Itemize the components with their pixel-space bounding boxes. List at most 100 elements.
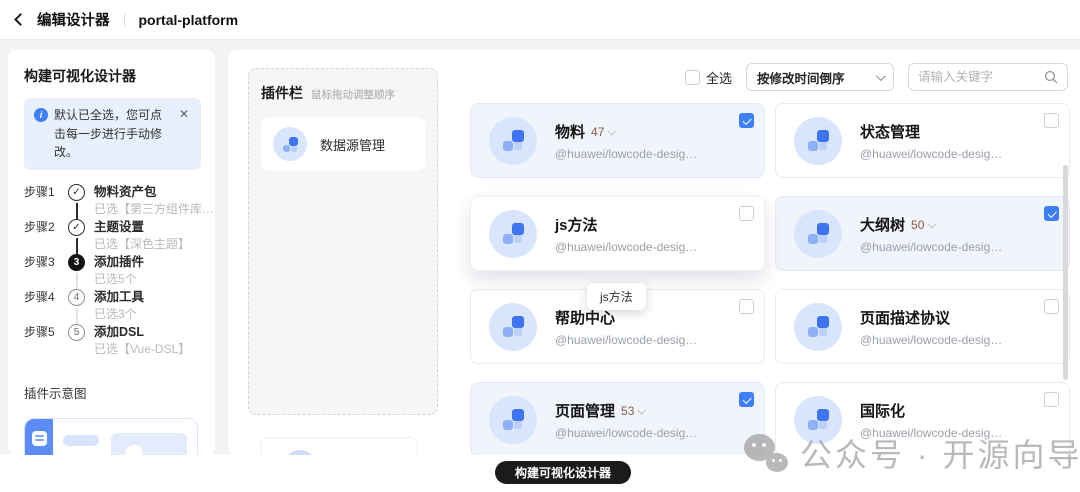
plugin-bar-title: 插件栏	[261, 85, 303, 101]
card-checkbox[interactable]	[1044, 392, 1059, 407]
page-title: 编辑设计器	[37, 13, 110, 29]
step-row-3[interactable]: 步骤3 3 添加插件 已选5个	[24, 253, 201, 289]
plugin-icon	[489, 116, 537, 165]
step-label: 步骤2	[24, 219, 55, 234]
step-label: 步骤3	[24, 254, 55, 269]
plugin-selection-panel: 全选 按修改时间倒序 插件栏 鼠标拖动调整顺序 数据源管理	[228, 50, 1080, 455]
plugin-bar-hint: 鼠标拖动调整顺序	[311, 89, 395, 101]
sort-dropdown[interactable]: 按修改时间倒序	[746, 63, 894, 91]
alert-text: 默认已全选，您可点击每一步进行手动修改。	[54, 108, 163, 160]
step-row-4[interactable]: 步骤4 4 添加工具 已选3个	[24, 288, 201, 324]
search-box[interactable]	[908, 63, 1068, 91]
plugin-card-title: 页面管理	[555, 402, 616, 420]
plugin-card-title: 国际化	[860, 402, 906, 420]
card-checkbox[interactable]	[1044, 206, 1059, 221]
plugin-package: @huawei/lowcode-desig…	[555, 425, 698, 440]
card-checkbox[interactable]	[739, 299, 754, 314]
app-name: portal-platform	[138, 11, 239, 28]
plugin-icon	[794, 209, 842, 258]
step-title: 添加DSL	[94, 324, 145, 339]
plugin-icon	[489, 209, 537, 258]
drag-tooltip: js方法	[587, 283, 646, 310]
plugin-package: @huawei/lowcode-desig…	[860, 146, 1003, 161]
plugin-bar-item-datasource[interactable]: 数据源管理	[261, 117, 425, 171]
plugin-card-title: 物料	[555, 123, 586, 141]
diagram-label: 插件示意图	[24, 386, 87, 401]
toolbar: 全选 按修改时间倒序	[684, 63, 1068, 91]
search-icon	[1044, 70, 1058, 84]
step-marker: 4	[68, 288, 90, 324]
back-icon[interactable]	[14, 13, 27, 26]
check-icon: ✓	[68, 183, 85, 201]
search-input[interactable]	[918, 70, 1038, 84]
plugin-package: @huawei/lowcode-desig…	[555, 332, 698, 347]
step-title: 物料资产包	[94, 184, 157, 199]
version-dropdown[interactable]: 53	[621, 404, 647, 418]
info-alert: i 默认已全选，您可点击每一步进行手动修改。 ✕	[24, 98, 201, 170]
plugin-bar-panel: 插件栏 鼠标拖动调整顺序 数据源管理	[248, 68, 438, 415]
step-label: 步骤1	[24, 184, 55, 199]
plugin-card-title: 状态管理	[860, 123, 921, 141]
plugin-icon	[283, 450, 317, 455]
step-subtitle: 已选【Vue-DSL】	[94, 341, 191, 356]
watermark: 公众号 · 开源向导	[744, 430, 1080, 476]
select-all-checkbox[interactable]	[684, 69, 700, 85]
plugin-icon	[794, 116, 842, 165]
chevron-down-icon	[875, 70, 886, 81]
steps-list: 步骤1 ✓ 物料资产包 已选【第三方组件库… 步骤2 ✓ 主题设置 已选【深色主…	[24, 183, 214, 359]
plugin-card-title: js方法	[555, 216, 598, 234]
step-label: 步骤5	[24, 324, 55, 339]
select-all-label: 全选	[705, 70, 732, 86]
plugin-card-zhuangtai[interactable]: 状态管理 @huawei/lowcode-desig…	[775, 103, 1070, 178]
close-icon[interactable]: ✕	[179, 106, 193, 162]
card-checkbox[interactable]	[739, 113, 754, 128]
plugin-card-jsfangfa[interactable]: js方法 @huawei/lowcode-desig…	[470, 196, 765, 271]
step-number-badge: 4	[68, 288, 85, 306]
card-checkbox[interactable]	[739, 206, 754, 221]
step-marker: 3	[68, 253, 90, 289]
schematic-icon	[31, 430, 47, 446]
step-subtitle: 已选5个	[94, 271, 137, 286]
plugin-package: @huawei/lowcode-desig…	[860, 239, 1003, 254]
scrollbar-thumb[interactable]	[1063, 165, 1068, 380]
card-checkbox[interactable]	[1044, 299, 1059, 314]
chevron-down-icon	[927, 220, 937, 229]
step-marker: ✓	[68, 183, 90, 219]
step-subtitle: 已选【深色主题】	[94, 236, 191, 251]
select-all-toggle[interactable]: 全选	[684, 68, 732, 87]
plugin-icon	[489, 395, 537, 444]
wechat-icon	[744, 432, 790, 474]
plugin-icon	[273, 127, 307, 161]
plugin-card-title: 页面描述协议	[860, 309, 951, 327]
plugin-card-yemianguanli[interactable]: 页面管理 53 @huawei/lowcode-desig…	[470, 382, 765, 455]
step-title: 添加工具	[94, 289, 145, 304]
check-icon: ✓	[68, 218, 85, 236]
plugin-card-wuliao[interactable]: 物料 47 @huawei/lowcode-desig…	[470, 103, 765, 178]
chevron-down-icon	[607, 127, 617, 136]
card-checkbox[interactable]	[739, 392, 754, 407]
plugin-card-dagangshu[interactable]: 大纲树 50 @huawei/lowcode-desig…	[775, 196, 1070, 271]
schematic-panel	[111, 432, 187, 455]
plugin-card-yemiaoshu[interactable]: 页面描述协议 @huawei/lowcode-desig…	[775, 289, 1070, 364]
top-bar: 编辑设计器 portal-platform	[0, 0, 1080, 40]
step-title: 添加插件	[94, 254, 145, 269]
version-dropdown[interactable]: 47	[591, 125, 617, 139]
step-marker: ✓	[68, 218, 90, 254]
plugin-item-label: 数据源管理	[320, 137, 386, 153]
info-icon: i	[34, 108, 48, 122]
version-dropdown[interactable]: 50	[911, 218, 937, 232]
step-label: 步骤4	[24, 289, 55, 304]
step-subtitle: 已选3个	[94, 306, 137, 321]
step-row-5[interactable]: 步骤5 5 添加DSL 已选【Vue-DSL】	[24, 323, 201, 359]
step-row-1[interactable]: 步骤1 ✓ 物料资产包 已选【第三方组件库…	[24, 183, 214, 219]
schematic-sidebar	[25, 418, 53, 455]
step-number-badge: 5	[68, 323, 85, 341]
step-subtitle: 已选【第三方组件库…	[94, 201, 215, 216]
sort-dropdown-value: 按修改时间倒序	[757, 71, 845, 86]
step-row-2[interactable]: 步骤2 ✓ 主题设置 已选【深色主题】	[24, 218, 201, 254]
plugin-card-title: 大纲树	[860, 216, 906, 234]
step-title: 主题设置	[94, 219, 145, 234]
card-checkbox[interactable]	[1044, 113, 1059, 128]
wizard-sidebar: 构建可视化设计器 i 默认已全选，您可点击每一步进行手动修改。 ✕ 步骤1 ✓ …	[8, 50, 215, 455]
build-designer-button[interactable]: 构建可视化设计器	[495, 461, 632, 484]
